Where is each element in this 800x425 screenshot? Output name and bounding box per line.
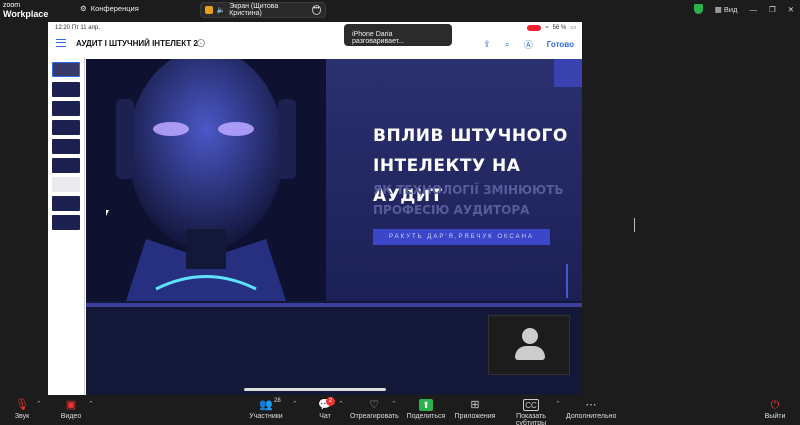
robot-image — [86, 59, 326, 301]
captions-label: Показать субтитры — [515, 413, 547, 425]
react-label: Отреагировать — [350, 413, 399, 420]
view-icon: ▦ — [714, 4, 722, 14]
share-pill-label: Экран (Щитова Кристина) — [229, 3, 279, 17]
decorative-line — [566, 264, 568, 298]
mic-muted-icon: 🎙 — [15, 399, 29, 411]
navigator-divider — [84, 58, 85, 395]
camera-off-icon: ▣ — [65, 399, 77, 411]
slide-subtitle: ЯК ТЕХНОЛОГІЇ ЗМІНЮЮТЬ ПРОФЕСІЮ АУДИТОРА — [373, 183, 564, 217]
cc-icon: CC — [523, 399, 539, 411]
slide-thumbnail[interactable] — [52, 62, 80, 77]
apps-label: Приложения — [454, 413, 496, 420]
minimize-button[interactable]: — — [749, 5, 757, 14]
slide-thumbnail[interactable] — [52, 215, 80, 230]
video-label: Видео — [60, 413, 82, 420]
search-icon[interactable]: ⌕ — [505, 39, 510, 50]
share-label: Поделиться — [406, 413, 446, 420]
window-controls: ▦ Вид — ❐ ✕ — [693, 4, 794, 14]
slide-thumbnail[interactable] — [52, 120, 80, 135]
time: 12:20 — [55, 25, 71, 31]
chevron-up-icon[interactable]: ⌃ — [338, 400, 344, 408]
document-title[interactable]: АУДИТ І ШТУЧНИЙ ІНТЕЛЕКТ 2 — [76, 39, 198, 48]
captions-button[interactable]: CC Показать субтитры — [502, 399, 560, 425]
share-up-icon: ⬆ — [419, 399, 433, 411]
more-icon: ⋯ — [585, 399, 597, 411]
chat-badge: 2 — [326, 397, 335, 406]
share-icon[interactable]: ⇪ — [483, 39, 491, 50]
accent-strip — [86, 303, 582, 307]
participant-video-tile[interactable] — [488, 315, 570, 375]
toolbar-actions: ⇪ ⌕ Ⓐ Готово — [483, 38, 574, 51]
avatar-body — [515, 346, 545, 360]
apps-icon: ⊞ — [470, 399, 480, 411]
participants-count: 28 — [274, 398, 281, 404]
logo-line-2: Workplace — [3, 9, 49, 19]
ipad-status-bar: 12:20 Пт 11 апр. ≈ 56 % ▭ — [48, 22, 582, 34]
decorative-square — [554, 59, 582, 87]
slide-thumbnail[interactable] — [52, 101, 80, 116]
conference-label: Конференция — [90, 4, 139, 13]
call-notification[interactable]: iPhone Daria разговаривает... — [344, 24, 452, 46]
date: Пт 11 апр. — [71, 25, 100, 31]
participants-icon: 👥 — [259, 399, 273, 411]
apps-button[interactable]: ⊞ Приложения — [454, 399, 496, 420]
chevron-up-icon[interactable]: ⌃ — [292, 400, 298, 408]
top-bar: zoom Workplace ⚙ Конференция 🔈 Экран (Щи… — [0, 0, 800, 20]
ipad-clock: 12:20 Пт 11 апр. — [55, 25, 100, 31]
done-button[interactable]: Готово — [547, 40, 574, 49]
heart-icon: ♡ — [369, 399, 379, 411]
text-caret — [634, 218, 635, 232]
leave-button[interactable]: ⏻ Выйти — [762, 399, 788, 420]
notification-text: iPhone Daria разговаривает... — [352, 31, 405, 45]
slide-navigator — [48, 58, 84, 395]
gear-icon: ⚙ — [80, 4, 87, 13]
video-button[interactable]: ▣ Видео — [58, 399, 84, 420]
chevron-up-icon[interactable]: ⌃ — [88, 400, 94, 408]
leave-icon: ⏻ — [770, 399, 780, 411]
speaker-icon: 🔈 — [216, 7, 226, 14]
screen-share-pill[interactable]: 🔈 Экран (Щитова Кристина) ••• — [200, 2, 326, 18]
chevron-up-icon[interactable]: ⌃ — [391, 400, 397, 408]
keynote-toolbar: АУДИТ І ШТУЧНИЙ ІНТЕЛЕКТ 2 ⌄ ⇪ ⌕ Ⓐ Готов… — [48, 34, 582, 56]
meeting-toolbar: 🎙 Звук ⌃ ▣ Видео ⌃ 👥 Участники 28 ⌃ 💬 Ча… — [0, 395, 800, 425]
zoom-window: zoom Workplace ⚙ Конференция 🔈 Экран (Щи… — [0, 0, 800, 425]
slide-thumbnail[interactable] — [52, 158, 80, 173]
slide-thumbnail[interactable] — [52, 196, 80, 211]
shield-icon[interactable] — [693, 4, 703, 14]
status-icons: ≈ 56 % ▭ — [527, 24, 576, 31]
audio-button[interactable]: 🎙 Звук — [10, 399, 34, 420]
share-screen-button[interactable]: ⬆ Поделиться — [406, 399, 446, 420]
chevron-up-icon[interactable]: ⌃ — [555, 400, 561, 408]
home-indicator — [244, 388, 386, 391]
view-label: Вид — [723, 4, 738, 14]
mouse-cursor — [106, 210, 109, 216]
audio-label: Звук — [14, 413, 30, 420]
slide-thumbnail[interactable] — [52, 139, 80, 154]
markup-icon[interactable]: Ⓐ — [524, 38, 533, 51]
conference-menu[interactable]: ⚙ Конференция — [80, 4, 139, 13]
view-button[interactable]: ▦ Вид — [715, 5, 738, 14]
participants-label: Участники — [249, 413, 283, 420]
recording-icon — [527, 24, 542, 31]
authors-banner: РАКУТЬ ДАР'Я,РЯБЧУК ОКСАНА — [373, 229, 550, 245]
share-icon — [205, 6, 213, 14]
more-label: Дополнительно — [566, 413, 617, 420]
close-button[interactable]: ✕ — [788, 5, 794, 14]
chevron-down-icon[interactable]: ⌄ — [197, 39, 205, 47]
more-options-icon[interactable]: ••• — [311, 5, 322, 15]
more-button[interactable]: ⋯ Дополнительно — [566, 399, 616, 420]
chevron-up-icon[interactable]: ⌃ — [36, 400, 42, 408]
avatar-head — [522, 328, 538, 344]
slide-thumbnail[interactable] — [52, 82, 80, 97]
list-icon[interactable] — [56, 39, 66, 47]
battery-label: 56 % — [552, 24, 567, 31]
battery-icon: ▭ — [570, 25, 576, 31]
wifi-icon: ≈ — [545, 24, 549, 31]
zoom-logo: zoom Workplace — [3, 1, 48, 19]
leave-label: Выйти — [764, 413, 786, 420]
slide-thumbnail[interactable] — [52, 177, 80, 192]
maximize-button[interactable]: ❐ — [769, 5, 776, 14]
chat-label: Чат — [319, 413, 331, 420]
